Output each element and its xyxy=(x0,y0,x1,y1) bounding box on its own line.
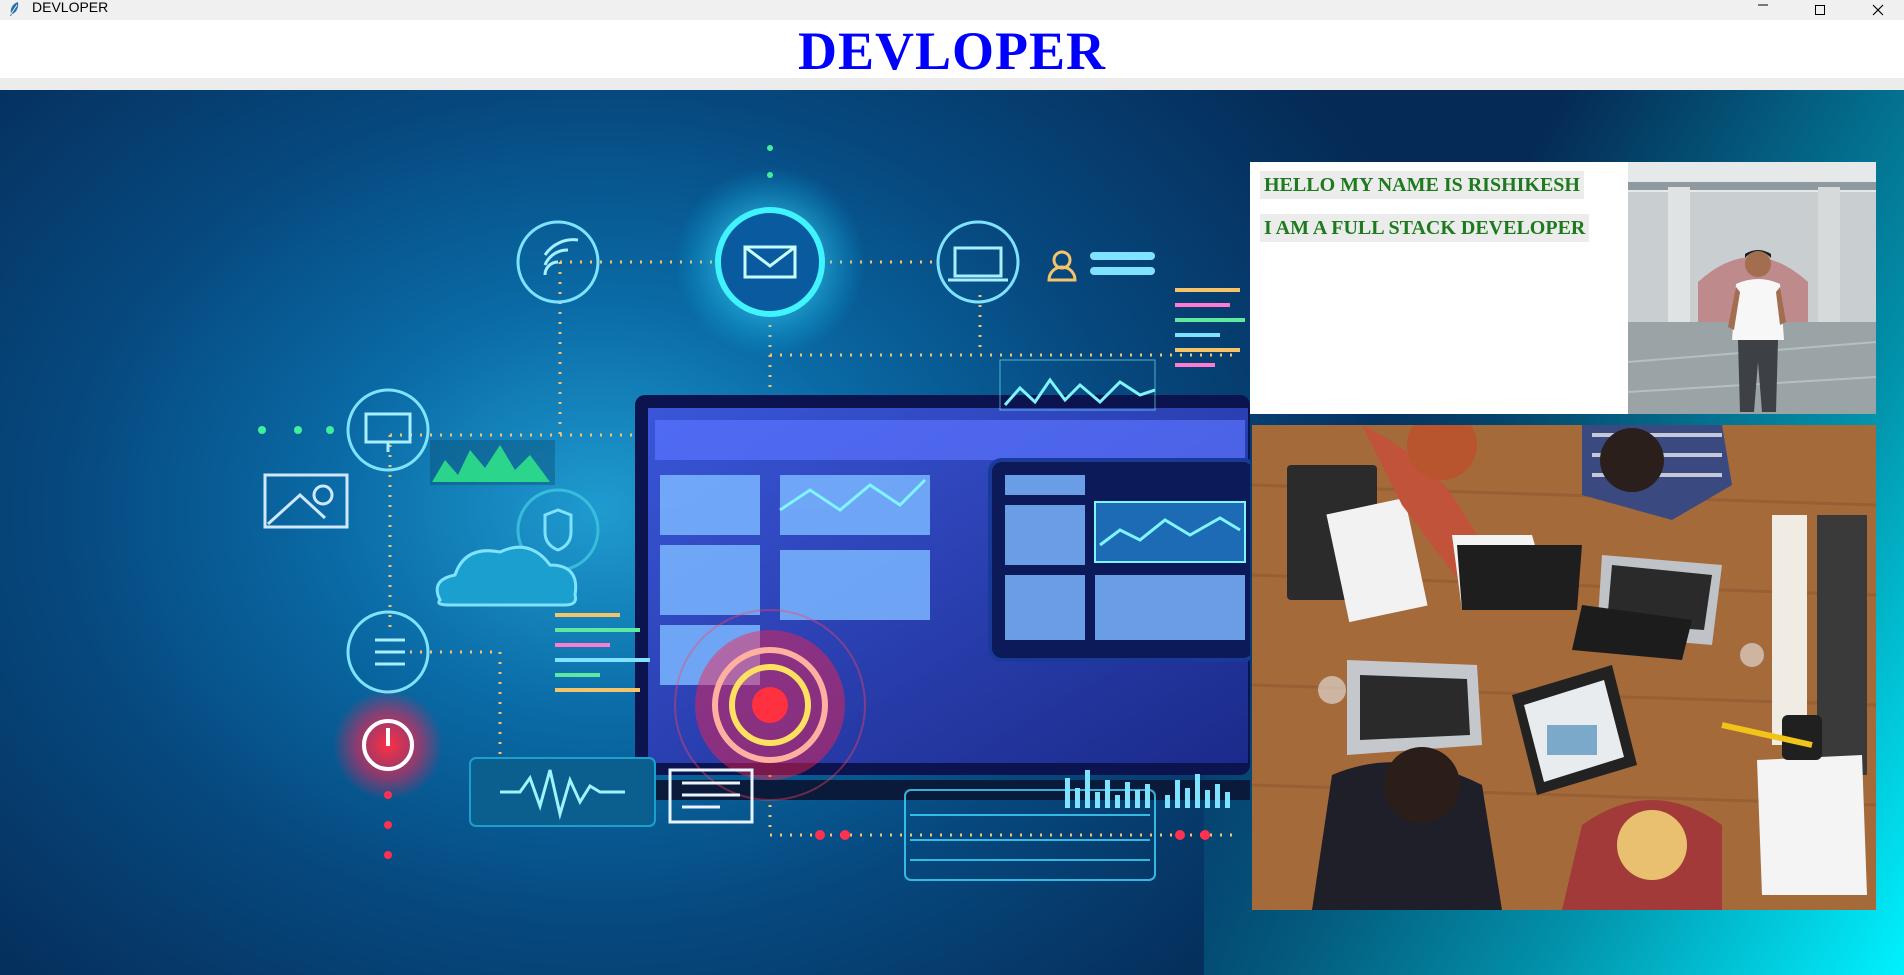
team-at-desk-photo xyxy=(1252,425,1876,910)
close-icon xyxy=(1872,4,1884,16)
profile-photo xyxy=(1628,162,1876,414)
feather-app-icon xyxy=(10,2,19,16)
minimize-button[interactable] xyxy=(1740,0,1786,20)
technology-illustration xyxy=(258,145,1250,881)
intro-name-label: HELLO MY NAME IS RISHIKESH xyxy=(1260,171,1584,199)
close-button[interactable] xyxy=(1855,0,1901,20)
page-title: DEVLOPER xyxy=(797,21,1107,81)
minimize-icon xyxy=(1758,4,1768,6)
window-titlebar: DEVLOPER xyxy=(0,0,1904,20)
window-title: DEVLOPER xyxy=(32,0,109,15)
maximize-button[interactable] xyxy=(1797,0,1843,20)
page-header: DEVLOPER xyxy=(0,20,1904,81)
intro-panel: HELLO MY NAME IS RISHIKESH I AM A FULL S… xyxy=(1250,162,1628,414)
intro-role-label: I AM A FULL STACK DEVELOPER xyxy=(1260,214,1590,242)
maximize-icon xyxy=(1815,5,1825,15)
header-divider xyxy=(0,78,1904,90)
